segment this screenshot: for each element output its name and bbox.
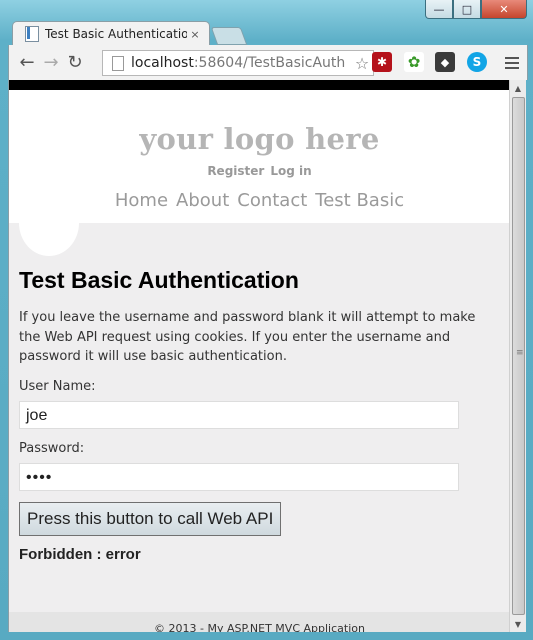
result-text: Forbidden : error <box>19 545 141 563</box>
vertical-scrollbar[interactable]: ▲ ≡ ▼ <box>509 80 526 632</box>
browser-window: — □ ✕ Test Basic Authentication × ← → ↻ … <box>0 0 533 640</box>
tab-title: Test Basic Authentication <box>45 27 187 41</box>
forward-icon[interactable]: → <box>39 51 63 75</box>
browser-tab[interactable]: Test Basic Authentication × <box>12 21 210 46</box>
page-viewport: your logo here Register Log in Home About C… <box>8 80 510 632</box>
new-tab-button[interactable] <box>210 27 248 45</box>
scroll-up-icon[interactable]: ▲ <box>510 80 526 96</box>
maximize-button[interactable]: □ <box>453 0 481 19</box>
page-footer: © 2013 - My ASP.NET MVC Application <box>9 612 510 632</box>
reload-icon[interactable]: ↻ <box>63 51 87 75</box>
username-label: User Name: <box>19 378 96 394</box>
site-header: your logo here Register Log in Home About C… <box>9 90 510 256</box>
close-window-button[interactable]: ✕ <box>481 0 527 19</box>
nav-contact[interactable]: Contact <box>237 190 307 211</box>
url-text[interactable]: localhost:58604/TestBasicAuth <box>131 55 351 71</box>
scroll-down-icon[interactable]: ▼ <box>510 616 526 632</box>
password-label: Password: <box>19 440 85 456</box>
minimize-button[interactable]: — <box>425 0 453 19</box>
site-logo[interactable]: your logo here <box>9 90 510 156</box>
password-input[interactable]: •••• <box>19 462 459 491</box>
main-nav: Home About Contact Test Basic <box>9 190 510 211</box>
browser-toolbar: ← → ↻ localhost:58604/TestBasicAuth ☆ ✱ … <box>8 45 528 80</box>
browser-menu-icon[interactable] <box>505 54 519 72</box>
page-icon <box>112 55 124 71</box>
lastpass-extension-icon[interactable]: ✱ <box>372 52 392 72</box>
register-link[interactable]: Register <box>207 164 264 178</box>
page-title: Test Basic Authentication <box>19 267 299 293</box>
extension-icon[interactable]: ✿ <box>404 52 424 72</box>
nav-test-basic[interactable]: Test Basic <box>315 190 404 211</box>
back-icon[interactable]: ← <box>15 51 39 75</box>
bookmark-star-icon[interactable]: ☆ <box>351 54 373 73</box>
header-bubble-decoration <box>19 190 79 256</box>
main-content: Test Basic Authentication If you leave t… <box>9 223 510 563</box>
nav-about[interactable]: About <box>176 190 229 211</box>
address-bar[interactable]: localhost:58604/TestBasicAuth ☆ <box>102 50 374 76</box>
scrollbar-grip-icon: ≡ <box>516 348 524 358</box>
nav-home[interactable]: Home <box>115 190 168 211</box>
page-favicon-icon <box>25 26 39 42</box>
scrollbar-thumb[interactable]: ≡ <box>512 97 525 615</box>
page-top-bar <box>9 80 510 90</box>
username-input[interactable]: joe <box>19 400 459 429</box>
tab-close-icon[interactable]: × <box>187 28 203 41</box>
description-text: If you leave the username and password b… <box>19 310 476 364</box>
login-links: Register Log in <box>9 164 510 178</box>
skype-extension-icon[interactable]: S <box>467 52 487 72</box>
login-link[interactable]: Log in <box>270 164 311 178</box>
window-controls: — □ ✕ <box>425 0 527 19</box>
call-web-api-button[interactable]: Press this button to call Web API <box>19 501 282 536</box>
evernote-extension-icon[interactable]: ◆ <box>435 52 455 72</box>
